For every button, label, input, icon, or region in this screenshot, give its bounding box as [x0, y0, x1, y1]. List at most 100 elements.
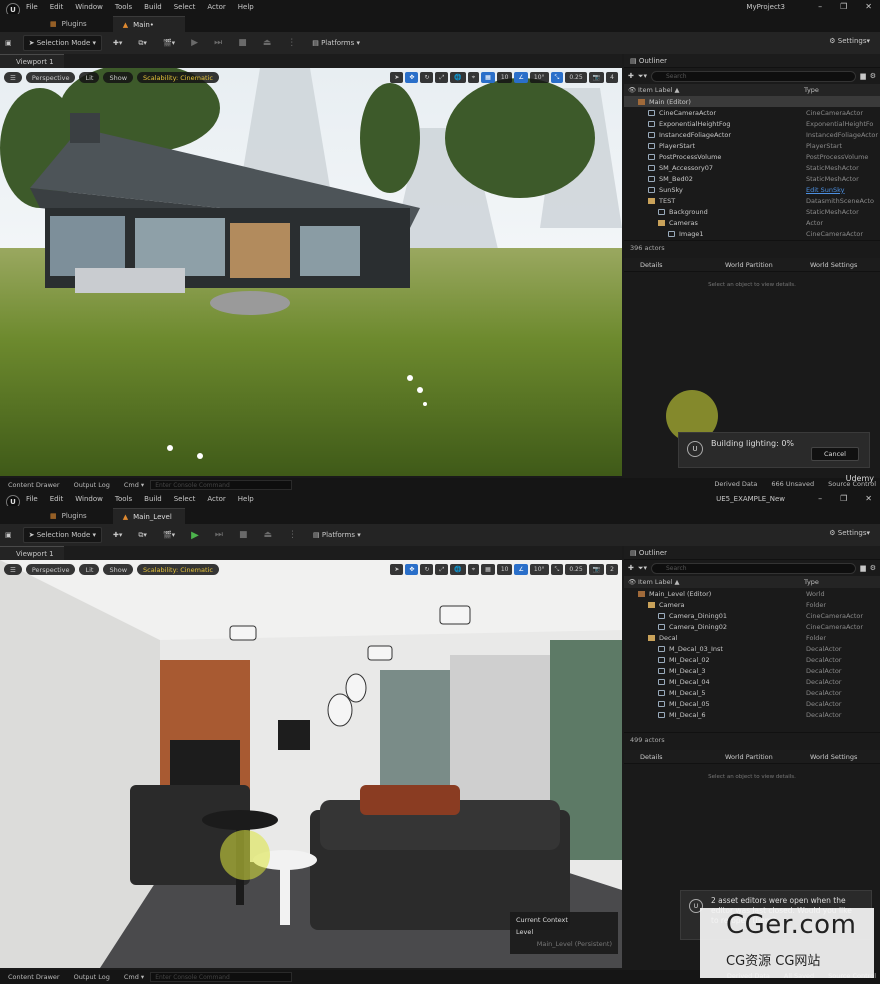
- stop-icon[interactable]: ■: [233, 35, 252, 51]
- filter-icon[interactable]: ⏷▾: [638, 564, 647, 573]
- outliner-row-type[interactable]: Edit SunSky: [806, 186, 845, 194]
- rotation-snap-value[interactable]: 10°: [529, 564, 549, 575]
- world-space-icon[interactable]: 🌐: [450, 72, 466, 83]
- menu-build[interactable]: Build: [144, 495, 162, 503]
- cinematics-icon[interactable]: 🎬▾: [158, 527, 180, 543]
- item-label-column[interactable]: Item Label ▲: [624, 578, 804, 586]
- rotation-snap-value[interactable]: 10°: [529, 72, 549, 83]
- menu-window[interactable]: Window: [75, 3, 103, 11]
- outliner-row[interactable]: SM_Accessory07 StaticMeshActor: [624, 162, 880, 173]
- grid-snap-value[interactable]: 10: [496, 72, 513, 83]
- cmd-dropdown[interactable]: Cmd ▾: [124, 481, 144, 489]
- outliner-row[interactable]: SM_Bed02 StaticMeshActor: [624, 173, 880, 184]
- unsaved-button[interactable]: 666 Unsaved: [771, 480, 814, 488]
- tab-details[interactable]: Details: [624, 261, 709, 269]
- blueprint-icon[interactable]: ⧉▾: [133, 35, 152, 51]
- visibility-column-icon[interactable]: 👁: [628, 578, 636, 586]
- menu-edit[interactable]: Edit: [50, 495, 64, 503]
- camera-speed-icon[interactable]: 📷: [588, 564, 605, 575]
- platforms-dropdown[interactable]: ▤ Platforms ▾: [307, 35, 365, 51]
- rotate-tool-icon[interactable]: ↻: [420, 72, 434, 83]
- play-icon[interactable]: ▶: [186, 527, 204, 543]
- folder-add-icon[interactable]: ▆: [860, 72, 865, 80]
- more-icon[interactable]: ⋮: [282, 35, 301, 51]
- outliner-row[interactable]: MI_Decal_02 DecalActor: [624, 654, 880, 665]
- console-input[interactable]: Enter Console Command: [150, 480, 293, 490]
- outliner-row[interactable]: Decal Folder: [624, 632, 880, 643]
- menu-file[interactable]: File: [26, 3, 38, 11]
- viewport-menu-icon[interactable]: ☰: [4, 564, 22, 575]
- settings-gear-icon[interactable]: ⚙: [870, 72, 876, 80]
- move-tool-icon[interactable]: ✥: [405, 564, 419, 575]
- maximize-icon[interactable]: ❐: [840, 494, 847, 503]
- save-icon[interactable]: ▣: [0, 35, 17, 51]
- outliner-row[interactable]: Camera_Dining02 CineCameraActor: [624, 621, 880, 632]
- outliner-row[interactable]: TEST DatasmithSceneActo: [624, 195, 880, 206]
- rotation-snap-icon[interactable]: ∠: [514, 564, 528, 575]
- filter-icon[interactable]: ⏷▾: [638, 72, 647, 81]
- menu-help[interactable]: Help: [238, 495, 254, 503]
- outliner-row[interactable]: Image1 CineCameraActor: [624, 228, 880, 239]
- close-icon[interactable]: ✕: [865, 494, 872, 503]
- scale-snap-value[interactable]: 0.25: [565, 72, 587, 83]
- menu-build[interactable]: Build: [144, 3, 162, 11]
- show-button[interactable]: Show: [103, 72, 134, 83]
- rotation-snap-icon[interactable]: ∠: [514, 72, 528, 83]
- outliner-row[interactable]: ExponentialHeightFog ExponentialHeightFo: [624, 118, 880, 129]
- blueprint-icon[interactable]: ⧉▾: [133, 527, 152, 543]
- grid-snap-value[interactable]: 10: [496, 564, 513, 575]
- output-log-button[interactable]: Output Log: [74, 973, 110, 981]
- menu-help[interactable]: Help: [238, 3, 254, 11]
- outliner-row[interactable]: MI_Decal_04 DecalActor: [624, 676, 880, 687]
- surface-snap-icon[interactable]: ⌖: [467, 72, 480, 83]
- camera-speed-icon[interactable]: 📷: [588, 72, 605, 83]
- item-label-column[interactable]: Item Label ▲: [624, 86, 804, 94]
- scale-snap-value[interactable]: 0.25: [565, 564, 587, 575]
- outliner-row[interactable]: Cameras Actor: [624, 217, 880, 228]
- menu-actor[interactable]: Actor: [207, 495, 225, 503]
- menu-tools[interactable]: Tools: [115, 495, 132, 503]
- perspective-button[interactable]: Perspective: [25, 564, 76, 575]
- tab-plugins[interactable]: ▦ Plugins: [40, 16, 97, 32]
- outliner-row[interactable]: M_Decal_03_Inst DecalActor: [624, 643, 880, 654]
- type-column[interactable]: Type: [804, 86, 819, 94]
- viewport-scene-interior[interactable]: ☰ Perspective Lit Show Scalability: Cine…: [0, 560, 622, 968]
- select-tool-icon[interactable]: ➤: [390, 72, 404, 83]
- cmd-dropdown[interactable]: Cmd ▾: [124, 973, 144, 981]
- settings-button[interactable]: ⚙ Settings▾: [829, 529, 870, 537]
- eject-icon[interactable]: ⏏: [258, 35, 277, 51]
- camera-speed-value[interactable]: 4: [606, 72, 618, 83]
- context-level-value[interactable]: Main_Level (Persistent): [516, 940, 612, 948]
- outliner-row[interactable]: Camera_Dining01 CineCameraActor: [624, 610, 880, 621]
- menu-file[interactable]: File: [26, 495, 38, 503]
- tab-details[interactable]: Details: [624, 753, 709, 761]
- world-space-icon[interactable]: 🌐: [450, 564, 466, 575]
- derived-data-button[interactable]: Derived Data: [714, 480, 757, 488]
- outliner-row[interactable]: MI_Decal_05 DecalActor: [624, 698, 880, 709]
- cancel-button[interactable]: Cancel: [810, 447, 859, 461]
- outliner-search-input[interactable]: Search: [651, 562, 857, 574]
- minimize-icon[interactable]: –: [818, 2, 822, 11]
- tab-world-partition[interactable]: World Partition: [709, 753, 794, 761]
- settings-button[interactable]: ⚙ Settings▾: [829, 37, 870, 45]
- outliner-row[interactable]: Background StaticMeshActor: [624, 206, 880, 217]
- outliner-row[interactable]: CineCameraActor CineCameraActor: [624, 107, 880, 118]
- type-column[interactable]: Type: [804, 578, 819, 586]
- grid-snap-icon[interactable]: ▦: [481, 564, 495, 575]
- scalability-button[interactable]: Scalability: Cinematic: [137, 72, 219, 83]
- step-icon[interactable]: ⏭: [209, 35, 227, 51]
- folder-add-icon[interactable]: ▆: [860, 564, 865, 572]
- maximize-icon[interactable]: ❐: [840, 2, 847, 11]
- step-icon[interactable]: ⏭: [210, 527, 228, 543]
- minimize-icon[interactable]: –: [818, 494, 822, 503]
- outliner-row[interactable]: MI_Decal_6 DecalActor: [624, 709, 880, 720]
- cinematics-icon[interactable]: 🎬▾: [158, 35, 180, 51]
- grid-snap-icon[interactable]: ▦: [481, 72, 495, 83]
- viewport-menu-icon[interactable]: ☰: [4, 72, 22, 83]
- menu-edit[interactable]: Edit: [50, 3, 64, 11]
- select-tool-icon[interactable]: ➤: [390, 564, 404, 575]
- outliner-row[interactable]: InstancedFoliageActor InstancedFoliageAct…: [624, 129, 880, 140]
- surface-snap-icon[interactable]: ⌖: [467, 564, 480, 575]
- stop-icon[interactable]: ■: [234, 527, 253, 543]
- outliner-row[interactable]: PostProcessVolume PostProcessVolume: [624, 151, 880, 162]
